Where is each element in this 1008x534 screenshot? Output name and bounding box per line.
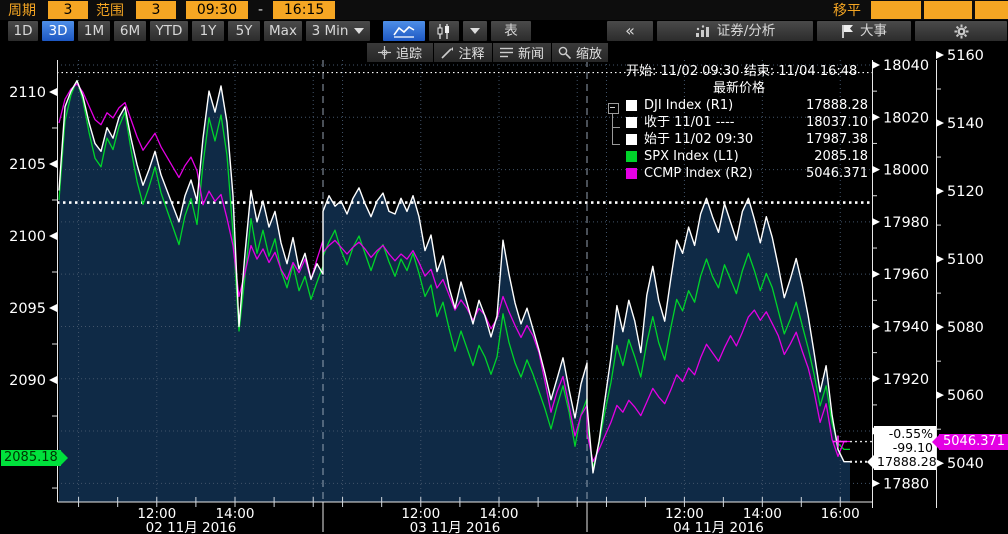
tick-arrow-icon [936, 323, 944, 331]
dji-pct-change: -0.55% [877, 427, 933, 441]
r1-tick-label: 17920 [883, 372, 929, 388]
legend-row-prev-close[interactable]: 收于 11/01 ---- 18037.10 [600, 114, 868, 131]
r1-tick-label: 18020 [883, 110, 929, 126]
r1-tick-label: 18000 [883, 163, 929, 179]
date-label: 03 11月 2016 [410, 520, 501, 534]
date-label: 02 11月 2016 [146, 520, 237, 534]
tick-arrow-icon [872, 375, 880, 383]
chart-legend: 开始: 11/02 09:30 结束: 11/04 16:48 最新价格 DJI… [600, 63, 868, 182]
tick-arrow-icon [872, 479, 880, 487]
ccmp-last-price-badge: 5046.371 [939, 434, 1008, 450]
tick-arrow-icon [872, 218, 880, 226]
tick-arrow-icon [872, 270, 880, 278]
l1-tick-label: 2110 [9, 85, 46, 101]
crosshair-icon [378, 46, 391, 59]
ccmp-swatch-icon [626, 168, 637, 179]
session-open-swatch-icon [626, 134, 637, 145]
tick-arrow-icon [936, 51, 944, 59]
r2-tick-label: 5120 [947, 184, 984, 200]
tick-arrow-icon [872, 113, 880, 121]
spx-swatch-icon [626, 151, 637, 162]
track-button[interactable]: 追踪 [367, 43, 433, 62]
tick-arrow-icon [49, 88, 57, 96]
tick-arrow-icon [936, 187, 944, 195]
r2-tick-label: 5040 [947, 456, 984, 472]
tick-arrow-icon [936, 119, 944, 127]
r2-tick-label: 5080 [947, 320, 984, 336]
tick-arrow-icon [49, 376, 57, 384]
legend-row-ccmp[interactable]: CCMP Index (R2) 5046.371 [600, 165, 868, 182]
tick-arrow-icon [49, 304, 57, 312]
dji-last-price: 17888.28 [877, 455, 933, 469]
tick-arrow-icon [872, 61, 880, 69]
legend-tree-expander[interactable] [608, 103, 619, 114]
l1-tick-label: 2105 [9, 157, 46, 173]
legend-row-spx[interactable]: SPX Index (L1) 2085.18 [600, 148, 868, 165]
tick-arrow-icon [872, 166, 880, 174]
r2-tick-label: 5140 [947, 116, 984, 132]
l1-tick-label: 2090 [9, 373, 46, 389]
r1-tick-label: 17980 [883, 215, 929, 231]
l1-tick-label: 2095 [9, 301, 46, 317]
zoom-button[interactable]: 缩放 [552, 43, 608, 62]
prev-close-swatch-icon [626, 117, 637, 128]
chart-tools-bar: 追踪 注释 新闻 缩放 [366, 43, 608, 62]
r2-tick-label: 5100 [947, 252, 984, 268]
tick-arrow-icon [936, 459, 944, 467]
legend-row-session-open[interactable]: 始于 11/02 09:30 17987.38 [600, 131, 868, 148]
r1-tick-label: 18040 [883, 58, 929, 74]
legend-row-dji[interactable]: DJI Index (R1) 17888.28 [600, 97, 868, 114]
r1-tick-label: 17940 [883, 319, 929, 335]
annotate-button[interactable]: 注释 [434, 43, 492, 62]
r2-tick-label: 5160 [947, 48, 984, 64]
r2-tick-label: 5060 [947, 388, 984, 404]
legend-date-range: 开始: 11/02 09:30 结束: 11/04 16:48 [600, 63, 868, 80]
time-label: 16:00 [821, 506, 860, 522]
news-button[interactable]: 新闻 [493, 43, 551, 62]
legend-latest-price-label: 最新价格 [600, 80, 868, 97]
dji-swatch-icon [626, 100, 637, 111]
dji-net-change: -99.10 [877, 441, 933, 455]
tick-arrow-icon [49, 160, 57, 168]
tick-arrow-icon [936, 391, 944, 399]
r1-tick-label: 17960 [883, 267, 929, 283]
tick-arrow-icon [872, 322, 880, 330]
date-label: 04 11月 2016 [673, 520, 764, 534]
tick-arrow-icon [49, 232, 57, 240]
news-lines-icon [500, 47, 513, 58]
magnifier-icon [558, 46, 571, 59]
r1-tick-label: 17880 [883, 476, 929, 492]
l1-tick-label: 2100 [9, 229, 46, 245]
pencil-icon [441, 47, 453, 59]
dji-last-price-badge: -0.55% -99.10 17888.28 [874, 426, 936, 470]
tick-arrow-icon [936, 255, 944, 263]
terminal-window: 2110 2105 2100 2095 2090 18040 18020 18000 17980… [0, 0, 1008, 534]
spx-last-price-badge: 2085.18 [1, 450, 61, 466]
